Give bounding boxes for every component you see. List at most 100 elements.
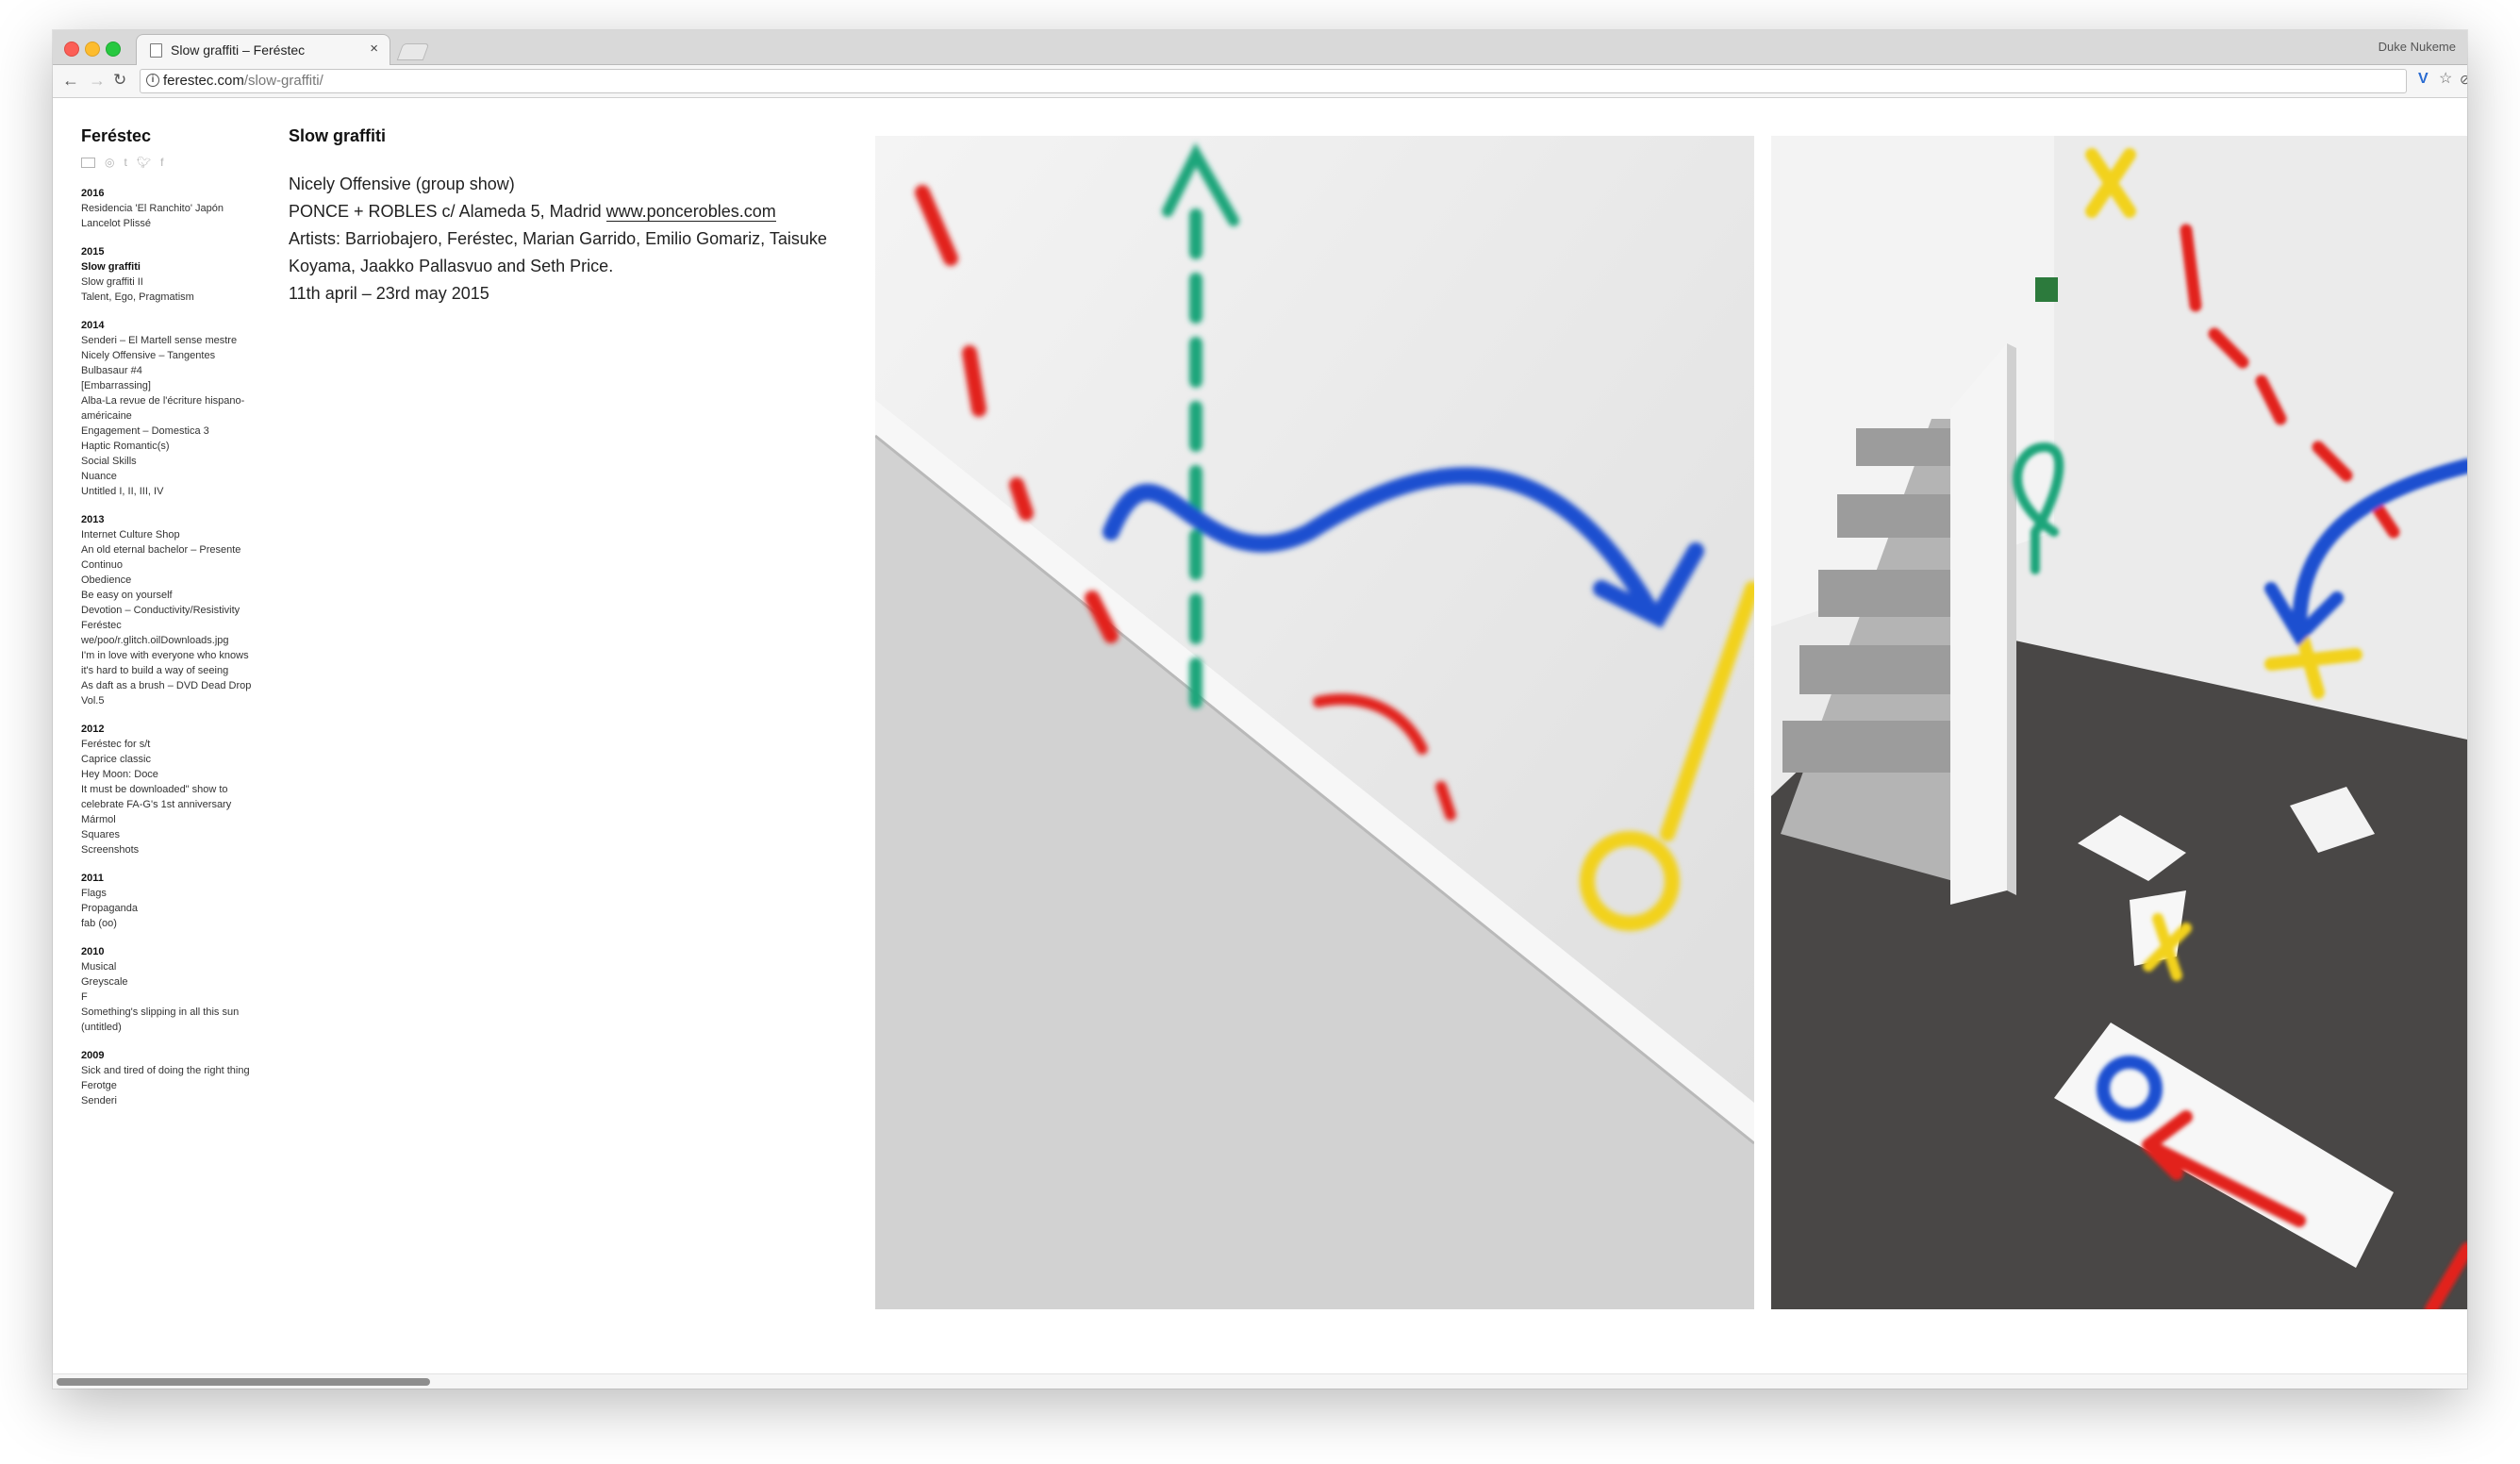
project-link[interactable]: Slow graffiti (81, 259, 260, 274)
year-heading: 2016 (81, 188, 105, 199)
project-link[interactable]: Ferotge (81, 1078, 260, 1093)
graffiti-stairwall-photo[interactable] (875, 136, 1754, 1309)
project-link[interactable]: Nicely Offensive – Tangentes (81, 348, 260, 363)
project-link[interactable]: F (81, 990, 260, 1005)
star-icon[interactable]: ☆ (2439, 71, 2452, 88)
year-group: 2016 Residencia 'El Ranchito' Japón Lancel… (81, 186, 260, 231)
project-link[interactable]: Devotion – Conductivity/Resistivity (81, 603, 260, 618)
project-link[interactable]: Talent, Ego, Pragmatism (81, 290, 260, 305)
project-link[interactable]: Haptic Romantic(s) (81, 439, 260, 454)
forward-arrow-icon[interactable]: → (89, 71, 106, 90)
browser-tab[interactable]: Slow graffiti – Feréstec × (136, 34, 390, 66)
project-link[interactable]: Senderi (81, 1093, 260, 1108)
project-link[interactable]: An old eternal bachelor – Presente Conti… (81, 542, 260, 573)
url-path: /slow-graffiti/ (243, 73, 323, 89)
year-heading: 2012 (81, 724, 105, 735)
project-link[interactable]: Mármol (81, 812, 260, 827)
project-link[interactable]: Greyscale (81, 974, 260, 990)
year-group: 2010 Musical Greyscale F Something's slippin… (81, 944, 260, 1035)
project-link[interactable]: It must be downloaded" show to celebrate… (81, 782, 260, 812)
year-group: 2015 Slow graffiti Slow graffiti II Talent,… (81, 244, 260, 305)
profile-name[interactable]: Duke Nukeme (2379, 40, 2456, 54)
project-link[interactable]: Alba-La revue de l'écriture hispano-amér… (81, 393, 260, 424)
url-host: ferestec.com (163, 73, 244, 89)
facebook-icon[interactable]: f (160, 156, 163, 169)
year-group: 2012 Feréstec for s/t Caprice classic Hey M… (81, 722, 260, 857)
project-link[interactable]: Nuance (81, 469, 260, 484)
venue-line: PONCE + ROBLES c/ Alameda 5, Madrid www.… (289, 198, 873, 225)
tab-close-icon[interactable]: × (370, 41, 378, 57)
page-document-icon (150, 43, 162, 58)
horizontal-scrollbar[interactable] (53, 1373, 2467, 1389)
artists-line: Artists: Barriobajero, Feréstec, Marian … (289, 229, 827, 275)
project-link[interactable]: Internet Culture Shop (81, 527, 260, 542)
tab-title: Slow graffiti – Feréstec (171, 42, 306, 58)
project-link[interactable]: Senderi – El Martell sense mestre (81, 333, 260, 348)
project-link[interactable]: fab (oo) (81, 916, 260, 931)
year-group: 2011 Flags Propaganda fab (oo) (81, 871, 260, 931)
window-minimize-button[interactable] (85, 42, 100, 57)
page-title: Slow graffiti (289, 126, 386, 145)
browser-toolbar: ← → ↻ i ferestec.com/slow-graffiti/ V ☆ … (53, 65, 2467, 98)
project-link[interactable]: Slow graffiti II (81, 274, 260, 290)
year-heading: 2011 (81, 873, 104, 884)
sidebar: Feréstec ◎ t 🐦︎ f 2016 Residencia 'El Ran… (81, 126, 260, 1122)
project-link[interactable]: [Embarrassing] (81, 378, 260, 393)
project-link[interactable]: Social Skills (81, 454, 260, 469)
venue-address: PONCE + ROBLES c/ Alameda 5, Madrid (289, 202, 606, 221)
venue-website-link[interactable]: www.poncerobles.com (605, 202, 776, 222)
year-group: 2009 Sick and tired of doing the right th… (81, 1048, 260, 1108)
project-content: Slow graffiti Nicely Offensive (group sh… (289, 126, 873, 308)
new-tab-button[interactable] (396, 43, 430, 60)
project-link[interactable]: Engagement – Domestica 3 (81, 424, 260, 439)
project-link[interactable]: Feréstec for s/t (81, 737, 260, 752)
project-link[interactable]: Sick and tired of doing the right thing (81, 1063, 260, 1078)
year-heading: 2013 (81, 514, 105, 525)
window-maximize-button[interactable] (106, 42, 121, 57)
project-link[interactable]: Bulbasaur #4 (81, 363, 260, 378)
url-text: ferestec.com/slow-graffiti/ (163, 73, 323, 89)
project-link[interactable]: Screenshots (81, 842, 260, 857)
project-link[interactable]: Caprice classic (81, 752, 260, 767)
project-link[interactable]: Musical (81, 959, 260, 974)
reload-icon[interactable]: ↻ (113, 71, 126, 90)
project-link[interactable]: Propaganda (81, 901, 260, 916)
browser-window: Slow graffiti – Feréstec × Duke Nukeme ←… (53, 30, 2467, 1389)
site-title[interactable]: Feréstec (81, 126, 260, 146)
project-link[interactable]: I'm in love with everyone who knows it's… (81, 648, 260, 678)
project-link[interactable]: (untitled) (81, 1020, 260, 1035)
year-heading: 2009 (81, 1050, 105, 1061)
graffiti-installation-overview-photo[interactable] (1771, 136, 2467, 1309)
project-link[interactable]: As daft as a brush – DVD Dead Drop Vol.5 (81, 678, 260, 708)
year-heading: 2010 (81, 946, 105, 957)
year-group: 2014 Senderi – El Martell sense mestre Nic… (81, 318, 260, 499)
project-link[interactable]: Lancelot Plissé (81, 216, 260, 231)
project-link[interactable]: Untitled I, II, III, IV (81, 484, 260, 499)
project-archive: 2016 Residencia 'El Ranchito' Japón Lancel… (81, 186, 260, 1108)
back-arrow-icon[interactable]: ← (62, 71, 79, 90)
address-bar[interactable]: i ferestec.com/slow-graffiti/ (140, 69, 2407, 93)
project-link[interactable]: Residencia 'El Ranchito' Japón (81, 201, 260, 216)
project-link[interactable]: Hey Moon: Doce (81, 767, 260, 782)
project-link[interactable]: we/poo/r.glitch.oilDownloads.jpg (81, 633, 260, 648)
tab-strip: Slow graffiti – Feréstec × Duke Nukeme (53, 30, 2467, 66)
window-close-button[interactable] (64, 42, 79, 57)
project-link[interactable]: Feréstec (81, 618, 260, 633)
extension-v-icon[interactable]: V (2418, 71, 2429, 88)
info-icon[interactable]: i (146, 74, 159, 87)
twitter-icon[interactable]: 🐦︎ (137, 156, 151, 169)
tumblr-icon[interactable]: t (124, 156, 126, 169)
project-link[interactable]: Be easy on yourself (81, 588, 260, 603)
scrollbar-thumb[interactable] (57, 1378, 430, 1386)
show-name: Nicely Offensive (group show) (289, 175, 515, 193)
instagram-icon[interactable]: ◎ (105, 156, 114, 169)
extension-shield-icon[interactable]: ⊘ (2460, 71, 2467, 88)
email-icon[interactable] (81, 158, 95, 168)
project-link[interactable]: Squares (81, 827, 260, 842)
project-link[interactable]: Obedience (81, 573, 260, 588)
project-link[interactable]: Flags (81, 886, 260, 901)
year-heading: 2015 (81, 246, 105, 258)
year-heading: 2014 (81, 320, 105, 331)
social-links: ◎ t 🐦︎ f (81, 156, 260, 169)
project-link[interactable]: Something's slipping in all this sun (81, 1005, 260, 1020)
